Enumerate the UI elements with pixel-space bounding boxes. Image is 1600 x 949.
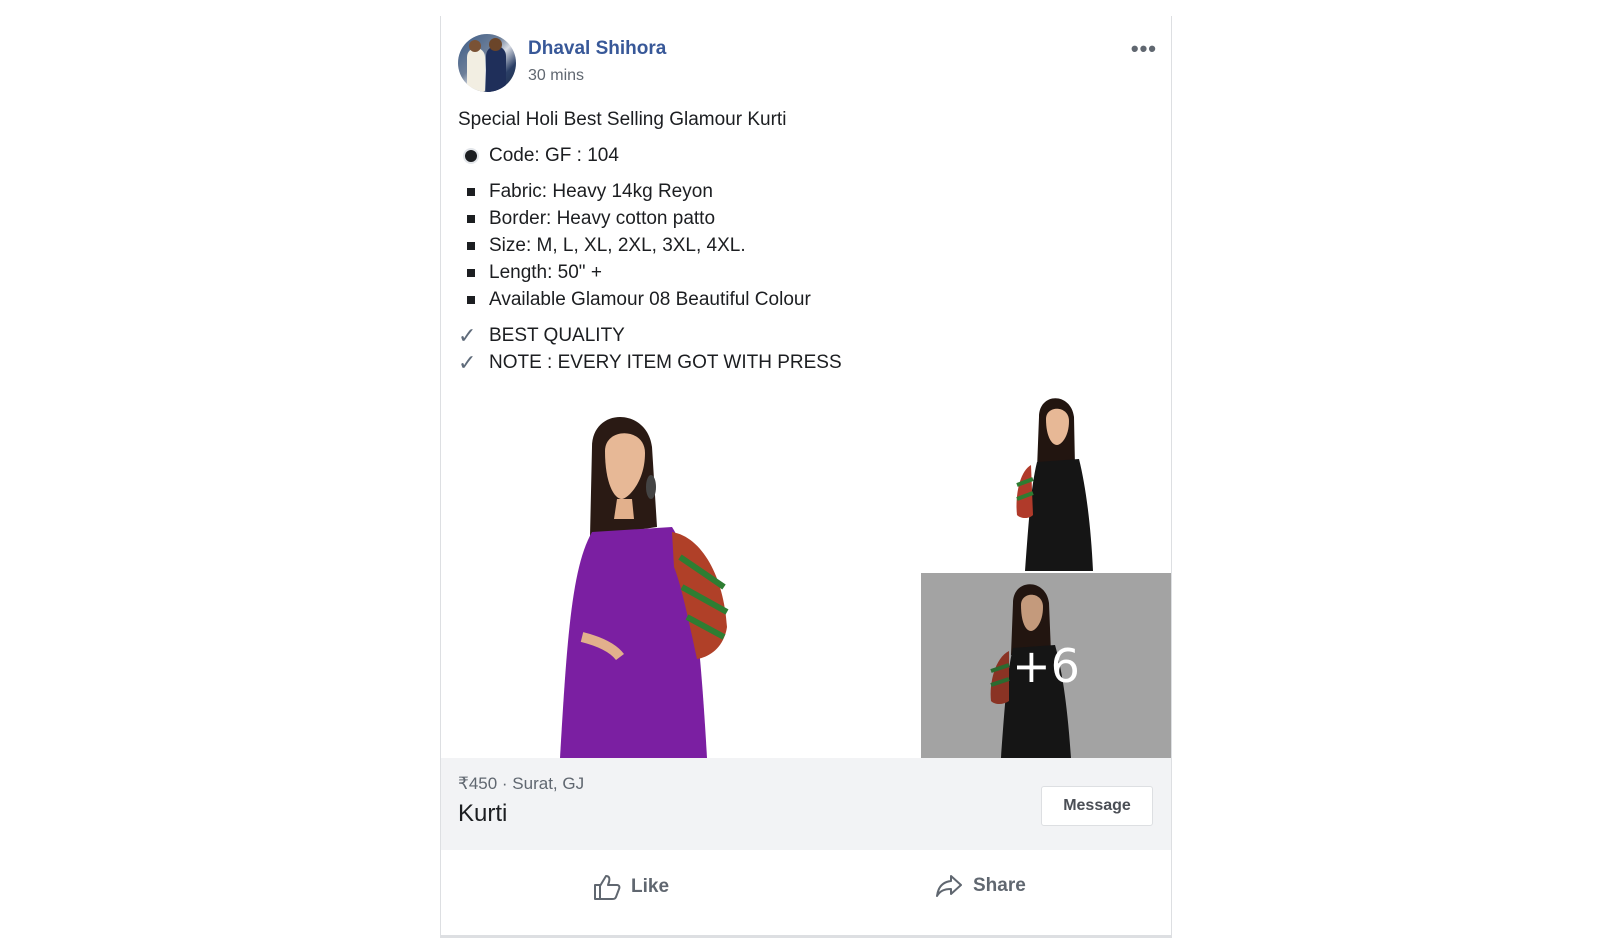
post-card: Dhaval Shihora 30 mins ••• Special Holi … (440, 16, 1172, 938)
check-icon: ✓ (458, 323, 477, 348)
headline: Special Holi Best Selling Glamour Kurti (458, 106, 1154, 133)
square-bullet-icon (467, 214, 475, 223)
code-line: Code: GF : 104 (458, 142, 1154, 169)
detail-text: Fabric: Heavy 14kg Reyon (489, 181, 713, 202)
detail-text: Size: M, L, XL, 2XL, 3XL, 4XL. (489, 235, 746, 256)
main-photo[interactable] (442, 387, 918, 758)
like-button[interactable]: Like (593, 874, 669, 900)
listing-title[interactable]: Kurti (458, 800, 507, 828)
share-label: Share (973, 875, 1026, 896)
photo-grid: +6 (441, 385, 1171, 758)
price-location: ₹450 · Surat, GJ (458, 774, 585, 793)
detail-line: Fabric: Heavy 14kg Reyon (458, 178, 1154, 205)
thumbnail-photo[interactable] (921, 387, 1171, 571)
detail-text: Border: Heavy cotton patto (489, 208, 716, 229)
square-bullet-icon (467, 241, 475, 250)
avatar[interactable] (458, 34, 516, 92)
check-icon: ✓ (458, 350, 477, 375)
more-photos-tile[interactable]: +6 (921, 573, 1171, 758)
check-line: ✓ NOTE : EVERY ITEM GOT WITH PRESS (458, 349, 1154, 376)
code-text: Code: GF : 104 (489, 145, 619, 166)
more-count: +6 (1012, 639, 1080, 693)
post-header: Dhaval Shihora 30 mins ••• (458, 34, 1171, 94)
like-icon (594, 875, 621, 900)
detail-line: Size: M, L, XL, 2XL, 3XL, 4XL. (458, 232, 1154, 259)
post-text: Special Holi Best Selling Glamour Kurti … (458, 106, 1154, 376)
like-label: Like (631, 876, 670, 897)
share-button[interactable]: Share (935, 874, 1026, 898)
square-bullet-icon (467, 187, 475, 196)
detail-line: Available Glamour 08 Beautiful Colour (458, 286, 1154, 313)
post-time[interactable]: 30 mins (528, 67, 584, 85)
listing-bar: ₹450 · Surat, GJ Kurti Message (441, 758, 1171, 850)
detail-text: Length: 50" + (489, 262, 602, 283)
author-name[interactable]: Dhaval Shihora (528, 38, 666, 60)
check-text: BEST QUALITY (489, 325, 625, 346)
check-line: ✓ BEST QUALITY (458, 322, 1154, 349)
detail-text: Available Glamour 08 Beautiful Colour (489, 289, 811, 310)
action-bar: Like Share (441, 850, 1171, 934)
more-icon[interactable]: ••• (1131, 36, 1157, 62)
detail-line: Border: Heavy cotton patto (458, 205, 1154, 232)
headline-text: Special Holi Best Selling Glamour Kurti (458, 109, 787, 130)
check-text: NOTE : EVERY ITEM GOT WITH PRESS (489, 352, 842, 373)
square-bullet-icon (467, 268, 475, 277)
message-button[interactable]: Message (1041, 786, 1153, 826)
detail-line: Length: 50" + (458, 259, 1154, 286)
square-bullet-icon (467, 295, 475, 304)
share-icon (936, 875, 962, 897)
bullet-icon (465, 149, 477, 162)
